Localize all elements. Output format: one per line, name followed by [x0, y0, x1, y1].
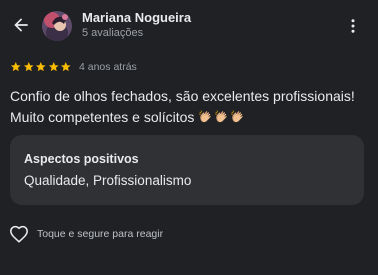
review-text-line-1: Confio de olhos fechados, são excelentes…	[10, 88, 355, 104]
back-button[interactable]	[9, 13, 33, 37]
positives-card: Aspectos positivos Qualidade, Profission…	[10, 135, 364, 205]
review-screen: Mariana Nogueira 5 avaliações 4 anos atr…	[0, 0, 378, 275]
star-filled-icon	[48, 61, 59, 72]
react-label: Toque e segure para reagir	[37, 228, 164, 240]
clapping-hands-icon	[215, 110, 228, 123]
more-options-button[interactable]	[342, 14, 364, 38]
review-count: 5 avaliações	[82, 27, 144, 39]
star-filled-icon	[10, 61, 21, 72]
star-filled-icon	[23, 61, 34, 72]
heart-outline-icon	[10, 225, 28, 243]
positives-title: Aspectos positivos	[24, 152, 139, 166]
arrow-left-icon	[14, 18, 28, 32]
avatar[interactable]	[42, 11, 72, 41]
clapping-emojis	[198, 109, 245, 124]
review-text: Confio de olhos fechados, são excelentes…	[10, 86, 372, 128]
more-vertical-icon	[351, 19, 355, 33]
star-rating	[10, 61, 72, 73]
avatar-image	[42, 11, 72, 41]
clapping-hands-icon	[231, 110, 244, 123]
star-filled-icon	[35, 61, 46, 72]
positives-value: Qualidade, Profissionalismo	[24, 173, 192, 188]
react-button[interactable]: Toque e segure para reagir	[9, 224, 163, 244]
review-time: 4 anos atrás	[79, 61, 137, 73]
review-text-line-2: Muito competentes e solícitos	[10, 109, 195, 125]
reviewer-name[interactable]: Mariana Nogueira	[82, 10, 191, 25]
clapping-hands-icon	[199, 110, 212, 123]
star-filled-icon	[60, 61, 71, 72]
review-text-line-2-wrap: Muito competentes e solícitos	[10, 107, 372, 128]
